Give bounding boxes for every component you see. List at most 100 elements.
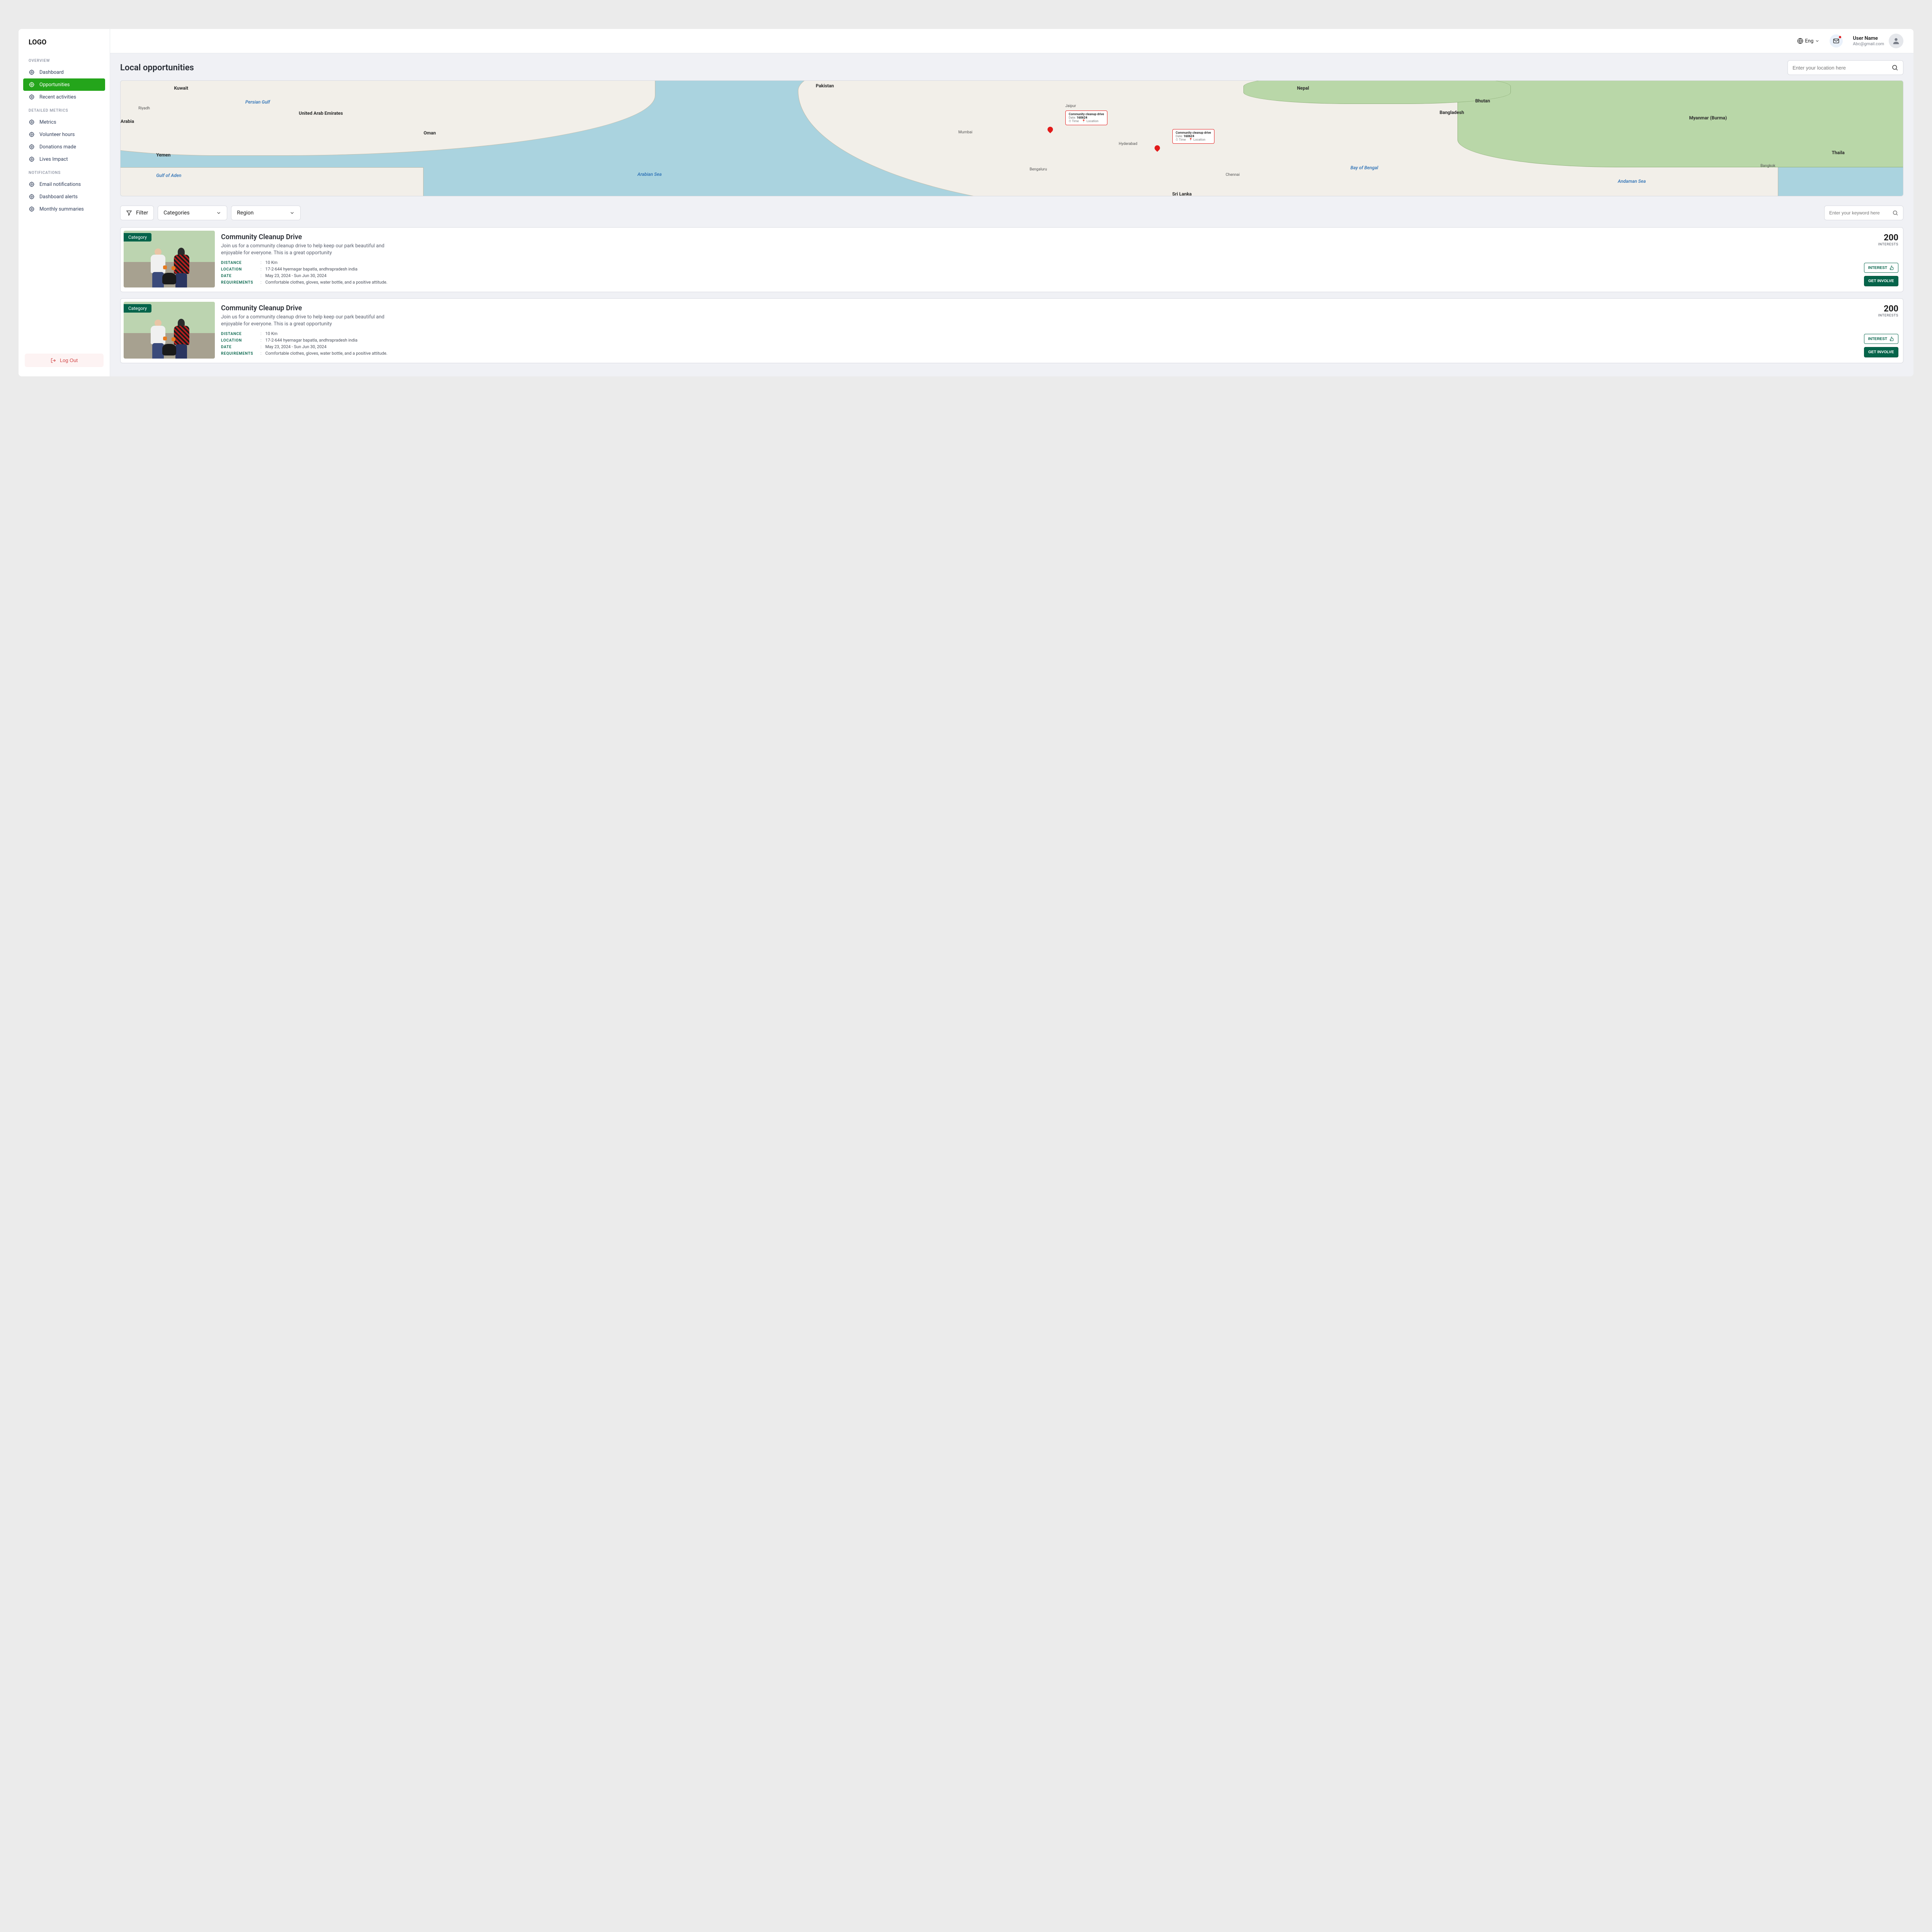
map-label: Bhutan: [1475, 98, 1490, 104]
interest-button[interactable]: INTEREST: [1864, 334, 1898, 344]
chevron-down-icon: [216, 210, 221, 216]
get-involve-button[interactable]: GET INVOLVE: [1864, 347, 1898, 357]
meta-value: 17-2-644 hyernagar bapatla, andhraprades…: [265, 338, 357, 343]
logout-icon: [51, 358, 56, 363]
meta-key: LOCATION: [221, 267, 257, 272]
meta-key: DATE: [221, 345, 257, 349]
meta-value: 17-2-644 hyernagar bapatla, andhraprades…: [265, 267, 357, 272]
map-label: Sri Lanka: [1172, 191, 1192, 196]
categories-dropdown[interactable]: Categories: [158, 206, 227, 220]
card-title: Community Cleanup Drive: [221, 304, 1859, 312]
region-dropdown[interactable]: Region: [231, 206, 301, 220]
sidebar-item-donations-made[interactable]: Donations made: [23, 141, 105, 153]
sidebar-item-recent-activities[interactable]: Recent activities: [23, 91, 105, 103]
filters-row: Filter Categories Region: [120, 206, 1903, 220]
map-label: Jaipur: [1065, 104, 1076, 108]
map-label: Mumbai: [958, 130, 973, 134]
map-label: Andaman Sea: [1618, 179, 1646, 184]
user-menu[interactable]: User Name Abc@gmail.com: [1853, 34, 1903, 48]
target-icon: [29, 94, 35, 100]
target-icon: [29, 194, 35, 200]
language-label: Eng: [1805, 38, 1813, 44]
filter-label: Filter: [136, 210, 148, 216]
map-label: United Arab Emirates: [299, 111, 343, 116]
card-description: Join us for a community cleanup drive to…: [221, 243, 387, 256]
meta-value: May 23, 2024 - Sun Jun 30, 2024: [265, 273, 327, 278]
map-popup[interactable]: Community cleanup driveDate: 160624⏱ Tim…: [1172, 129, 1214, 144]
map-label: Oman: [423, 130, 436, 136]
sidebar: LOGO OVERVIEWDashboardOpportunitiesRecen…: [19, 29, 110, 376]
map-label: Myanmar (Burma): [1689, 115, 1727, 121]
sidebar-item-volunteer-hours[interactable]: Volunteer hours: [23, 128, 105, 141]
sidebar-item-opportunities[interactable]: Opportunities: [23, 78, 105, 91]
keyword-search[interactable]: [1824, 206, 1903, 220]
topbar: Eng User Name Abc@gmail.com: [110, 29, 1913, 53]
sidebar-item-lives-impact[interactable]: Lives Impact: [23, 153, 105, 165]
sidebar-item-label: Monthly summaries: [39, 206, 84, 212]
sidebar-section-label: DETAILED METRICS: [23, 103, 105, 116]
sidebar-item-label: Email notifications: [39, 182, 81, 187]
map-popup[interactable]: Community cleanup driveDate: 160624⏱ Tim…: [1065, 111, 1107, 125]
meta-value: Comfortable clothes, gloves, water bottl…: [265, 280, 388, 285]
interest-count-label: INTERESTS: [1878, 314, 1898, 318]
card-image: Category: [124, 231, 215, 287]
sidebar-item-label: Opportunities: [39, 82, 70, 88]
logout-button[interactable]: Log Out: [25, 354, 104, 367]
sidebar-item-dashboard-alerts[interactable]: Dashboard alerts: [23, 190, 105, 203]
mail-icon: [1833, 37, 1840, 44]
meta-key: DISTANCE: [221, 261, 257, 265]
target-icon: [29, 131, 35, 138]
user-name: User Name: [1853, 36, 1884, 41]
map-label: Thaila: [1832, 150, 1844, 155]
avatar: [1889, 34, 1903, 48]
map-popup-date: Date: 160624: [1176, 134, 1211, 138]
meta-key: DATE: [221, 274, 257, 278]
map-label: Arabia: [121, 119, 134, 124]
map-label: Bengaluru: [1030, 167, 1047, 172]
chevron-down-icon: [1815, 39, 1820, 43]
target-icon: [29, 206, 35, 212]
map-popup-title: Community cleanup drive: [1176, 131, 1211, 134]
sidebar-item-dashboard[interactable]: Dashboard: [23, 66, 105, 78]
location-search[interactable]: [1787, 60, 1903, 75]
mail-button[interactable]: [1830, 34, 1843, 48]
map-popup-title: Community cleanup drive: [1069, 112, 1104, 116]
target-icon: [29, 119, 35, 125]
keyword-input[interactable]: [1829, 210, 1892, 216]
target-icon: [29, 82, 35, 88]
sidebar-item-email-notifications[interactable]: Email notifications: [23, 178, 105, 190]
meta-key: DISTANCE: [221, 332, 257, 336]
map-popup-time: ⏱ Time: [1176, 138, 1186, 142]
map-popup-location: 📍 Location: [1082, 119, 1099, 123]
location-input[interactable]: [1793, 65, 1891, 71]
sidebar-item-metrics[interactable]: Metrics: [23, 116, 105, 128]
meta-key: REQUIREMENTS: [221, 281, 257, 285]
person-icon: [1892, 37, 1900, 45]
get-involve-button[interactable]: GET INVOLVE: [1864, 276, 1898, 286]
logo: LOGO: [23, 38, 105, 53]
map-label: Riyadh: [138, 106, 150, 111]
interest-button[interactable]: INTEREST: [1864, 263, 1898, 273]
page-title: Local opportunities: [120, 63, 194, 73]
language-selector[interactable]: Eng: [1797, 38, 1820, 44]
map-label: Arabian Sea: [638, 172, 662, 177]
sidebar-item-monthly-summaries[interactable]: Monthly summaries: [23, 203, 105, 215]
meta-key: LOCATION: [221, 338, 257, 343]
categories-label: Categories: [163, 210, 189, 216]
card-description: Join us for a community cleanup drive to…: [221, 314, 387, 327]
thumbs-up-icon: [1889, 265, 1894, 270]
sidebar-item-label: Donations made: [39, 144, 76, 150]
map-label: Kuwait: [174, 85, 188, 91]
target-icon: [29, 156, 35, 162]
meta-value: 10 Km: [265, 331, 278, 336]
logout-label: Log Out: [60, 357, 78, 363]
filter-button[interactable]: Filter: [120, 206, 154, 220]
map[interactable]: KuwaitPersian GulfRiyadhArabiaUnited Ara…: [120, 80, 1903, 196]
interest-count: 200: [1878, 304, 1898, 314]
sidebar-item-label: Lives Impact: [39, 156, 68, 162]
target-icon: [29, 181, 35, 187]
target-icon: [29, 69, 35, 75]
map-label: Hyderabad: [1119, 142, 1137, 146]
map-label: Chennai: [1226, 173, 1240, 177]
map-label: Bangkok: [1760, 164, 1776, 168]
